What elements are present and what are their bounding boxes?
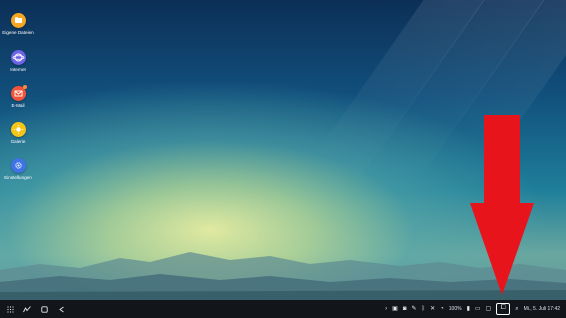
keyboard-icon[interactable]: ▭ — [475, 306, 481, 312]
desktop-icon-label: Galerie — [10, 139, 26, 144]
sound-off-icon[interactable]: ✕ — [430, 306, 435, 312]
recent-apps-icon[interactable] — [23, 305, 31, 313]
lock-icon[interactable]: ▢ — [486, 306, 492, 312]
desktop-icon-eigene-dateien[interactable]: Eigene Dateien — [2, 13, 34, 35]
battery-icon: ▮ — [466, 306, 470, 312]
notification-badge-icon — [22, 85, 27, 89]
desktop-icon-label: Eigene Dateien — [2, 30, 34, 35]
desktop-icon-label: E-Mail — [11, 103, 25, 108]
bluetooth-icon[interactable]: ᛒ — [422, 306, 426, 312]
desktop-icon-label: Internet — [10, 67, 26, 72]
desktop-icon-galerie[interactable]: Galerie — [6, 122, 30, 144]
folder-icon — [10, 13, 26, 28]
pen-icon[interactable]: ✎ — [411, 306, 416, 312]
battery-percentage: 100% — [448, 306, 462, 312]
home-icon[interactable] — [40, 305, 48, 313]
desktop-icon-einstellungen[interactable]: Einstellungen — [4, 158, 32, 180]
gallery-notification-icon[interactable]: ▣ — [392, 306, 398, 312]
wifi-icon[interactable]: ◔ — [440, 306, 444, 312]
gallery-icon — [10, 122, 26, 137]
annotation-arrow-head — [470, 203, 534, 295]
desktop-icon-email[interactable]: E-Mail — [6, 85, 30, 108]
apps-grid-icon[interactable] — [6, 305, 14, 313]
internet-icon — [10, 50, 26, 65]
desktop-icon-internet[interactable]: Internet — [6, 50, 30, 72]
chevron-right-icon[interactable]: › — [385, 306, 387, 312]
taskbar-navigation — [6, 300, 65, 318]
taskbar: › ▣ ◙ ✎ ᛒ ✕ ◔ 100% ▮ ▭ ▢ ⧠ ⌕ Mi., 5. Jul… — [0, 300, 566, 318]
back-icon[interactable] — [57, 305, 65, 313]
fullscreen-icon[interactable]: ⧠ — [496, 303, 511, 315]
settings-icon — [10, 158, 26, 173]
search-icon[interactable]: ⌕ — [515, 306, 518, 312]
annotation-arrow-shaft — [484, 115, 520, 208]
desktop-icon-label: Einstellungen — [4, 175, 32, 180]
datetime[interactable]: Mi., 5. Juli 17:42 — [524, 306, 560, 312]
system-tray: › ▣ ◙ ✎ ᛒ ✕ ◔ 100% ▮ ▭ ▢ ⧠ ⌕ Mi., 5. Jul… — [385, 300, 560, 318]
email-icon — [10, 85, 27, 101]
camera-icon[interactable]: ◙ — [403, 306, 407, 312]
